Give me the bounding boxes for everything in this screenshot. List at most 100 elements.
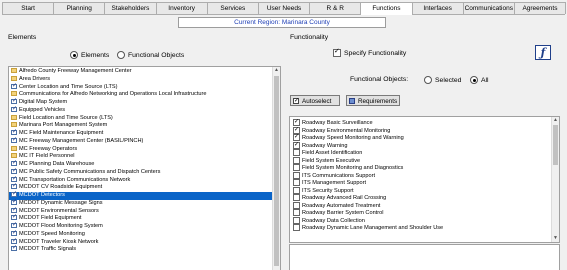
element-list-item-label: Field Location and Time Source (LTS): [19, 114, 113, 121]
functional-object-checkbox[interactable]: [293, 149, 300, 156]
elements-radio[interactable]: [70, 51, 78, 59]
element-list-item[interactable]: Communications for Alfredo Networking an…: [9, 91, 272, 99]
autoselect-label: Autoselect: [302, 98, 332, 105]
element-checked-icon: [11, 238, 17, 244]
elements-radio-option[interactable]: Elements: [70, 51, 109, 59]
functional-object-checkbox[interactable]: [293, 164, 300, 171]
functional-object-checkbox[interactable]: [293, 224, 300, 231]
element-list-item[interactable]: MC Planning Data Warehouse: [9, 160, 272, 169]
functional-object-item[interactable]: Roadway Data Collection: [290, 216, 548, 225]
element-list-item[interactable]: MCDOT CV Roadside Equipment: [9, 183, 272, 192]
functional-objects-radio-option[interactable]: Functional Objects: [117, 51, 184, 59]
element-list-item[interactable]: MC IT Field Personnel: [9, 153, 272, 161]
element-list-item[interactable]: Digital Map System: [9, 98, 272, 107]
functional-object-item[interactable]: Roadway Dynamic Lane Management and Shou…: [290, 224, 548, 232]
functional-objects-list[interactable]: Roadway Basic SurveillanceRoadway Enviro…: [289, 116, 560, 243]
element-checked-icon: [11, 214, 17, 221]
current-region-label: Current Region: Marinara County: [178, 17, 386, 28]
tab-interfaces[interactable]: Interfaces: [411, 2, 464, 14]
functional-object-item[interactable]: Roadway Advanced Rail Crossing: [290, 194, 548, 202]
folder-icon: [11, 114, 17, 120]
element-list-item[interactable]: MCDOT Speed Monitoring: [9, 230, 272, 239]
tab-start[interactable]: Start: [2, 2, 55, 14]
functional-object-label: Roadway Dynamic Lane Management and Shou…: [302, 224, 444, 231]
functional-object-item[interactable]: Field System Executive: [290, 156, 548, 165]
functional-object-item[interactable]: Roadway Warning: [290, 141, 548, 150]
all-radio-option[interactable]: All: [470, 76, 489, 84]
element-list-item[interactable]: MCDOT Detectors: [9, 191, 272, 200]
selected-radio[interactable]: [424, 76, 432, 84]
specify-functionality-checkbox[interactable]: [333, 48, 341, 57]
functional-objects-scrollbar[interactable]: ▲ ▼: [551, 117, 559, 242]
element-list-item[interactable]: MC Freeway Management Center (BASIL/PINC…: [9, 137, 272, 146]
functional-object-item[interactable]: Field System Monitoring and Diagnostics: [290, 164, 548, 172]
functional-object-checkbox[interactable]: [293, 156, 300, 164]
element-list-item[interactable]: MCDOT Environmental Sensors: [9, 207, 272, 216]
element-checked-icon: [11, 160, 17, 167]
tab-stakeholders[interactable]: Stakeholders: [104, 2, 157, 14]
functional-object-checkbox[interactable]: [293, 171, 300, 179]
functional-object-label: Field Asset Identification: [302, 149, 363, 156]
selected-radio-label: Selected: [435, 76, 462, 84]
element-list-item[interactable]: MCDOT Traffic Signals: [9, 245, 272, 254]
tab-planning[interactable]: Planning: [53, 2, 106, 14]
functional-object-checkbox[interactable]: [293, 201, 300, 209]
element-list-item-label: MCDOT Speed Monitoring: [19, 230, 85, 237]
element-list-item[interactable]: Equipped Vehicles: [9, 106, 272, 115]
element-list-item[interactable]: MC Freeway Operators: [9, 146, 272, 154]
element-list-item-label: MCDOT CV Roadside Equipment: [19, 184, 103, 191]
element-list-item[interactable]: MC Public Safety Communications and Disp…: [9, 168, 272, 177]
element-list-item[interactable]: MC Transportation Communications Network: [9, 176, 272, 185]
functional-object-checkbox[interactable]: [293, 186, 300, 194]
specify-functionality-option[interactable]: Specify Functionality: [333, 48, 406, 57]
element-list-item[interactable]: MCDOT Flood Monitoring System: [9, 222, 272, 231]
functional-object-item[interactable]: Roadway Environmental Monitoring: [290, 126, 548, 135]
element-list-item[interactable]: MCDOT Field Equipment: [9, 214, 272, 223]
functional-object-item[interactable]: Roadway Barrier System Control: [290, 209, 548, 217]
elements-scrollbar[interactable]: ▲: [272, 67, 280, 270]
functional-object-item[interactable]: ITS Management Support: [290, 179, 548, 187]
tab-services[interactable]: Services: [206, 2, 259, 14]
element-list-item-label: Equipped Vehicles: [19, 106, 66, 113]
tab-communications[interactable]: Communications: [462, 2, 515, 14]
functional-object-checkbox[interactable]: [293, 209, 300, 216]
functionality-section-title: Functionality: [290, 34, 329, 41]
fo-scroll-thumb[interactable]: [553, 125, 558, 165]
tab-user-needs[interactable]: User Needs: [257, 2, 311, 14]
functional-object-item[interactable]: ITS Security Support: [290, 186, 548, 195]
functional-object-checkbox[interactable]: [293, 179, 300, 186]
element-list-item[interactable]: Alfredo County Freeway Management Center: [9, 68, 272, 76]
element-list-item[interactable]: Marinara Port Management System: [9, 122, 272, 130]
function-button[interactable]: ƒ: [535, 45, 551, 60]
functional-object-checkbox[interactable]: [293, 141, 300, 149]
elements-list[interactable]: Alfredo County Freeway Management Center…: [8, 66, 281, 270]
element-checked-icon: [11, 222, 17, 229]
requirements-button[interactable]: Requirements: [346, 95, 400, 106]
selected-radio-option[interactable]: Selected: [424, 76, 461, 84]
element-list-item[interactable]: Field Location and Time Source (LTS): [9, 115, 272, 123]
functional-object-item[interactable]: ITS Communications Support: [290, 171, 548, 180]
tab-functions[interactable]: Functions: [360, 2, 413, 15]
element-list-item[interactable]: MCDOT Dynamic Message Signs: [9, 199, 272, 208]
element-list-item[interactable]: MCDOT Traveler Kiosk Network: [9, 238, 272, 247]
elements-scroll-thumb[interactable]: [274, 76, 279, 266]
functional-object-checkbox[interactable]: [293, 194, 300, 201]
all-radio[interactable]: [470, 76, 478, 84]
functional-objects-radio[interactable]: [117, 51, 125, 59]
functional-object-item[interactable]: Roadway Automated Treatment: [290, 201, 548, 210]
functional-object-item[interactable]: Roadway Basic Surveillance: [290, 118, 548, 127]
element-list-item[interactable]: Area Drivers: [9, 76, 272, 84]
tab-inventory[interactable]: Inventory: [155, 2, 208, 14]
autoselect-button[interactable]: ✓ Autoselect: [290, 95, 340, 106]
element-checked-icon: [11, 230, 17, 236]
fo-scroll-up-icon[interactable]: ▲: [552, 117, 559, 124]
fo-scroll-down-icon[interactable]: ▼: [552, 235, 559, 242]
functional-object-checkbox[interactable]: [293, 216, 300, 224]
element-list-item[interactable]: MC Field Maintenance Equipment: [9, 129, 272, 138]
functional-object-item[interactable]: Field Asset Identification: [290, 149, 548, 157]
element-list-item[interactable]: Center Location and Time Source (LTS): [9, 83, 272, 92]
scroll-up-icon[interactable]: ▲: [273, 67, 280, 74]
tab-agreements[interactable]: Agreements: [513, 2, 567, 14]
tab-r-and-r[interactable]: R & R: [309, 2, 362, 14]
functional-object-item[interactable]: Roadway Speed Monitoring and Warning: [290, 133, 548, 142]
